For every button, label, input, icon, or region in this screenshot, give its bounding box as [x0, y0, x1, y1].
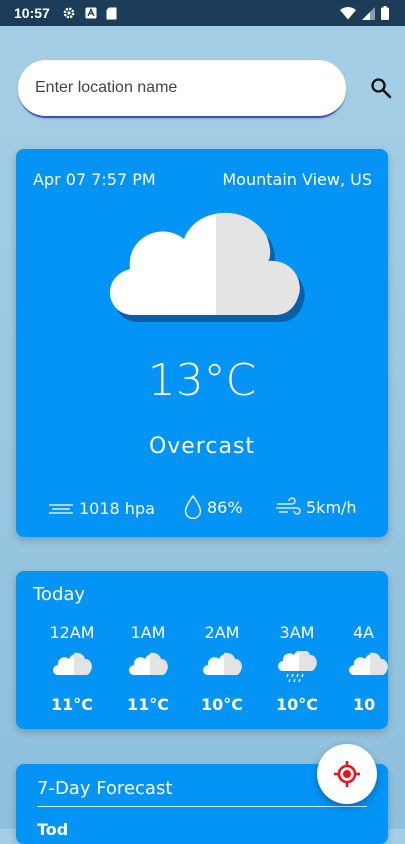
current-datetime: Apr 07 7:57 PM: [33, 170, 156, 189]
forecast-divider: [37, 806, 367, 807]
forecast-title: 7-Day Forecast: [37, 778, 173, 799]
current-condition: Overcast: [148, 434, 256, 459]
search-placeholder: Enter location name: [35, 79, 178, 96]
hour-label: 1AM: [130, 623, 166, 642]
hour-label: 3AM: [279, 623, 315, 642]
search-icon[interactable]: [370, 77, 392, 99]
pressure-stat: 1018 hpa: [48, 499, 155, 518]
my-location-button[interactable]: [317, 744, 377, 804]
hourly-item[interactable]: 2AM 10°C: [197, 623, 247, 714]
hourly-item[interactable]: 1AM 11°C: [123, 623, 173, 714]
hourly-item[interactable]: 4A 10: [347, 623, 388, 714]
humidity-value: 86%: [207, 497, 243, 517]
hour-temp: 11°C: [126, 695, 169, 714]
cloud-icon: [109, 212, 305, 322]
hour-temp: 10: [353, 695, 376, 714]
pressure-value: 1018 hpa: [79, 499, 155, 518]
hour-temp: 10°C: [200, 695, 243, 714]
weather-stats: 1018 hpa 86% 5km/h: [16, 495, 388, 525]
rain-cloud-icon: [278, 651, 317, 683]
current-temperature: 13°C: [147, 355, 257, 406]
hourly-item[interactable]: 12AM 11°C: [47, 623, 97, 714]
status-bar: 10:57: [0, 0, 405, 26]
battery-icon: [381, 6, 389, 20]
cloud-icon: [129, 652, 168, 675]
pressure-icon: [49, 503, 73, 514]
forecast-day-label: Tod: [37, 820, 69, 839]
cloud-icon: [349, 652, 388, 675]
hour-temp: 11°C: [50, 695, 93, 714]
sd-card-icon: [106, 7, 117, 19]
crosshair-icon: [334, 761, 360, 787]
wind-value: 5km/h: [306, 497, 357, 517]
search-bar: Enter location name: [18, 60, 392, 118]
hour-label: 4A: [353, 623, 375, 642]
wifi-icon: [340, 6, 356, 19]
app-notification-icon: [85, 7, 97, 19]
cloud-icon: [53, 652, 92, 675]
wind-icon: [276, 497, 301, 515]
hour-label: 12AM: [49, 623, 95, 642]
hour-label: 2AM: [204, 623, 240, 642]
wind-stat: 5km/h: [275, 497, 357, 517]
humidity-icon: [184, 495, 202, 519]
settings-icon: [63, 7, 75, 19]
status-time: 10:57: [14, 5, 50, 21]
cell-signal-icon: [362, 6, 375, 20]
current-location: Mountain View, US: [222, 170, 372, 189]
cloud-icon: [203, 652, 242, 675]
hourly-item[interactable]: 3AM 10°C: [272, 623, 322, 714]
current-weather-card: Apr 07 7:57 PM Mountain View, US 13°C Ov…: [16, 149, 388, 537]
humidity-stat: 86%: [184, 495, 243, 519]
location-search-input[interactable]: Enter location name: [18, 60, 346, 118]
hour-temp: 10°C: [275, 695, 318, 714]
today-title: Today: [33, 584, 86, 605]
today-hourly-card: Today 12AM 11°C 1AM 11°C 2AM 10°C 3AM 10…: [16, 571, 388, 729]
